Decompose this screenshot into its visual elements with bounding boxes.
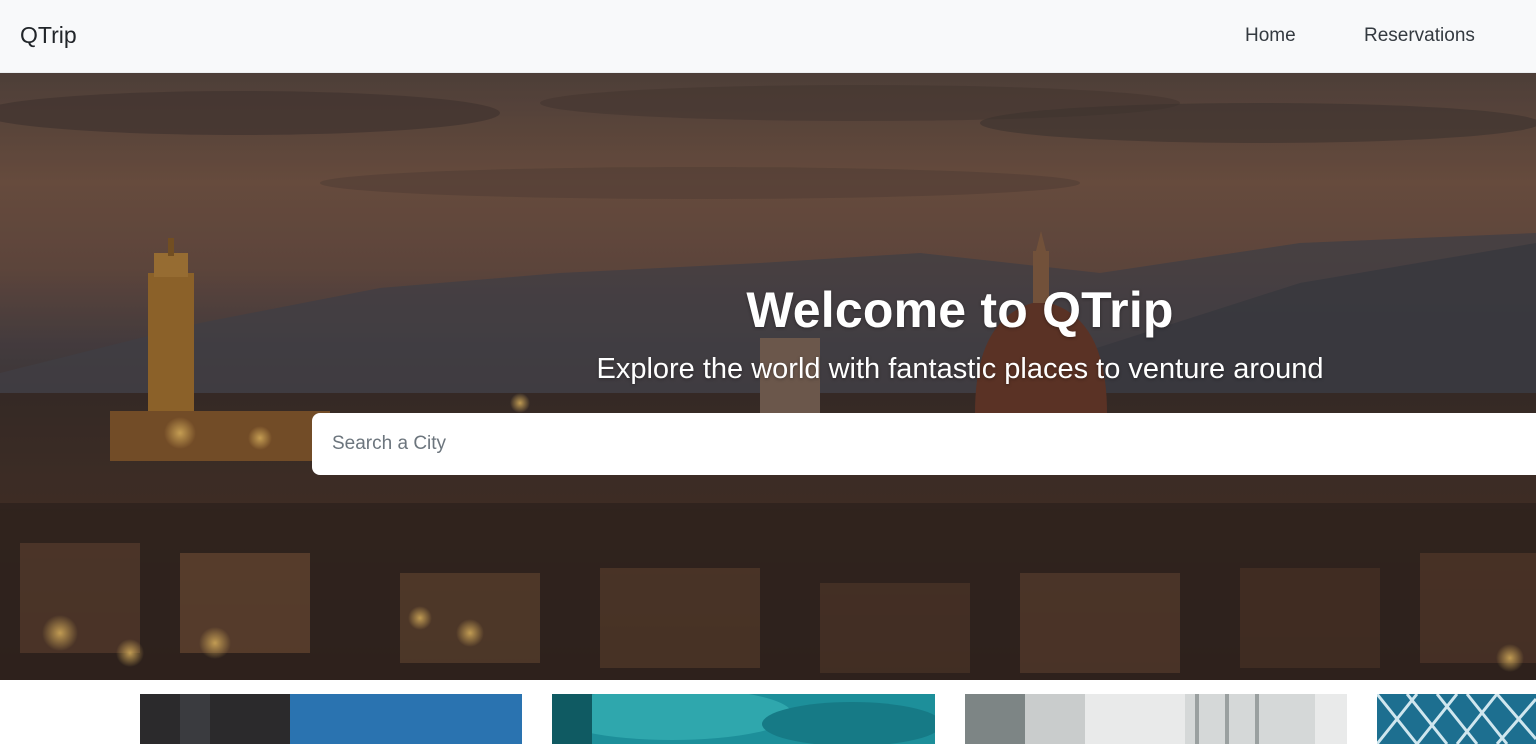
city-tiles-grid bbox=[0, 680, 1536, 744]
city-tile-image bbox=[1377, 694, 1536, 744]
city-tile-image bbox=[552, 694, 935, 744]
city-tile-image bbox=[965, 694, 1347, 744]
hero-subtitle: Explore the world with fantastic places … bbox=[596, 353, 1324, 385]
city-tile[interactable] bbox=[1377, 694, 1536, 744]
top-navbar: QTrip Home Reservations bbox=[0, 0, 1536, 73]
hero-title: Welcome to QTrip bbox=[746, 282, 1174, 338]
city-tile[interactable] bbox=[552, 694, 935, 744]
city-tile-image bbox=[140, 694, 522, 744]
city-tile[interactable] bbox=[965, 694, 1347, 744]
nav-link-reservations[interactable]: Reservations bbox=[1364, 25, 1475, 47]
city-tile[interactable] bbox=[140, 694, 522, 744]
brand-logo-link[interactable]: QTrip bbox=[20, 22, 77, 49]
nav-link-home[interactable]: Home bbox=[1245, 25, 1296, 47]
city-search-input[interactable] bbox=[312, 413, 1536, 475]
hero-banner: Welcome to QTrip Explore the world with … bbox=[0, 73, 1536, 680]
